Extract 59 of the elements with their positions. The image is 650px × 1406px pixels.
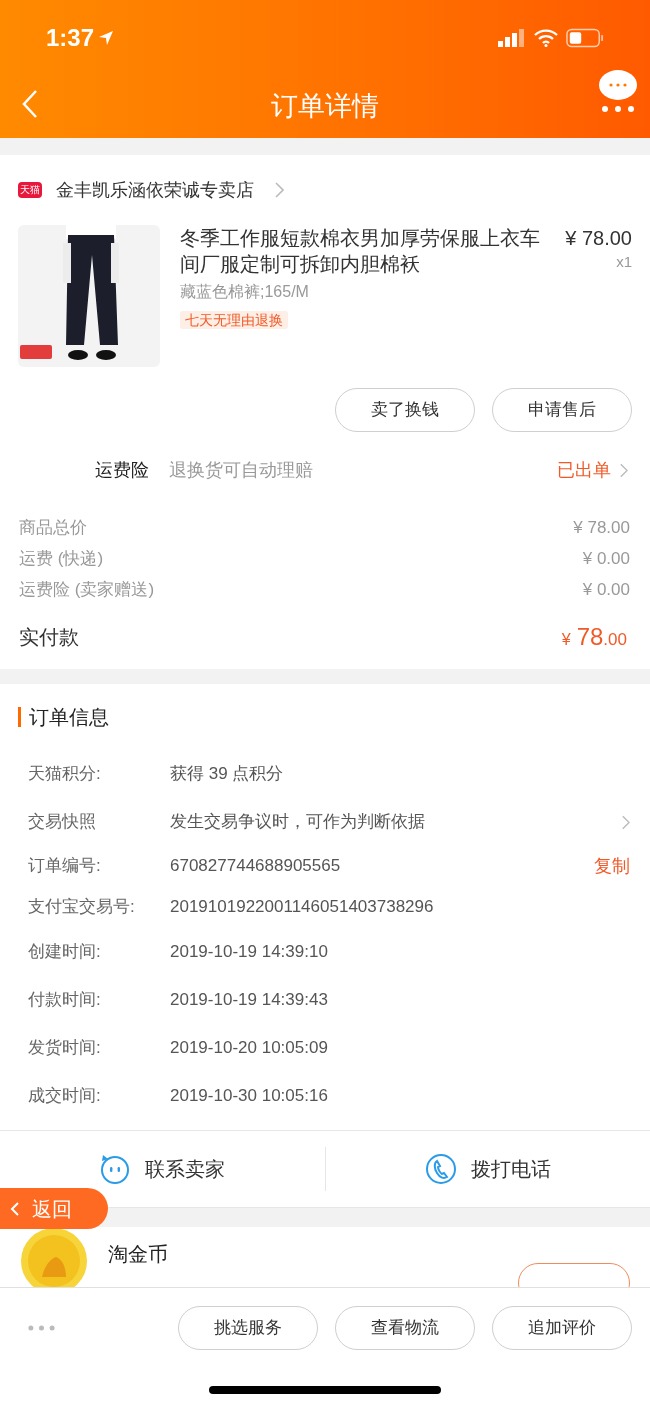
back-icon[interactable] — [22, 89, 38, 119]
more-icon[interactable] — [28, 1324, 55, 1331]
info-label: 发货时间: — [28, 1037, 102, 1060]
paid-label: 实付款 — [19, 625, 79, 650]
chevron-right-icon[interactable] — [621, 813, 630, 831]
info-value: 获得 39 点积分 — [170, 763, 285, 786]
info-value: 2019101922001146051403738296 — [170, 896, 435, 919]
info-label: 天猫积分: — [28, 763, 102, 786]
section-title: 订单信息 — [29, 705, 109, 730]
wifi-icon — [534, 28, 558, 47]
action-button[interactable]: 挑选服务 — [178, 1305, 318, 1350]
price-label: 商品总价 — [19, 516, 87, 539]
shop-name[interactable]: 金丰凯乐涵依荣诚专卖店 — [56, 176, 254, 204]
paid-amount: ¥ 78.00 — [561, 622, 628, 652]
insurance-label: 运费险 — [95, 458, 149, 482]
product-title[interactable]: 冬季工作服短款棉衣男加厚劳保服上衣车间厂服定制可拆卸内胆棉袄 — [180, 225, 554, 277]
info-value: 2019-10-30 10:05:16 — [170, 1085, 329, 1108]
info-label: 成交时间: — [28, 1085, 102, 1108]
info-value: 2019-10-20 10:05:09 — [170, 1037, 329, 1060]
signal-icon — [498, 28, 526, 47]
location-arrow-icon — [98, 29, 115, 46]
quantity-text: x1 — [616, 252, 632, 272]
chevron-left-icon — [10, 1200, 20, 1217]
action-button[interactable]: 查看物流 — [335, 1305, 475, 1350]
coin-title: 淘金币 — [108, 1242, 168, 1267]
info-value: 670827744688905565 — [170, 855, 342, 878]
info-label: 付款时间: — [28, 989, 102, 1012]
price-label: 运费 (快递) — [19, 547, 104, 570]
copy-link[interactable]: 复制 — [594, 852, 630, 880]
price-label: 运费险 (卖家赠送) — [19, 578, 155, 601]
chat-menu-icon[interactable] — [598, 69, 638, 113]
info-label: 订单编号: — [28, 855, 102, 878]
price-value: ¥ 0.00 — [582, 547, 631, 570]
battery-icon — [566, 27, 604, 48]
contact-button[interactable]: 联系卖家 — [0, 1153, 325, 1185]
tmall-badge: 天猫 — [18, 182, 42, 198]
page-title: 订单详情 — [271, 90, 379, 124]
insurance-description: 退换货可自动理赔 — [169, 458, 314, 482]
status-time: 1:37 — [46, 22, 95, 53]
accent-bar — [18, 707, 21, 727]
info-label: 支付宝交易号: — [28, 896, 136, 919]
price-value: ¥ 78.00 — [573, 516, 631, 539]
price-value: ¥ 0.00 — [582, 578, 631, 601]
action-button[interactable]: 追加评价 — [492, 1305, 632, 1350]
return-policy-tag: 七天无理由退换 — [180, 311, 288, 329]
chevron-right-icon[interactable] — [619, 461, 628, 479]
contact-button[interactable]: 拨打电话 — [324, 1147, 650, 1191]
phone-icon — [424, 1153, 457, 1185]
info-value: 发生交易争议时，可作为判断依据 — [170, 811, 426, 834]
action-button[interactable]: 申请售后 — [492, 388, 632, 432]
info-value: 2019-10-19 14:39:10 — [170, 941, 329, 964]
info-label: 交易快照 — [28, 811, 97, 834]
chevron-right-icon[interactable] — [274, 181, 284, 199]
sku-text: 藏蓝色棉裤;165/M — [180, 282, 310, 302]
chat-bubble-icon — [99, 1153, 132, 1185]
action-button[interactable]: 卖了换钱 — [335, 388, 475, 432]
info-label: 创建时间: — [28, 941, 102, 964]
info-value: 2019-10-19 14:39:43 — [170, 989, 329, 1012]
product-price: ¥ 78.00 — [565, 226, 632, 251]
